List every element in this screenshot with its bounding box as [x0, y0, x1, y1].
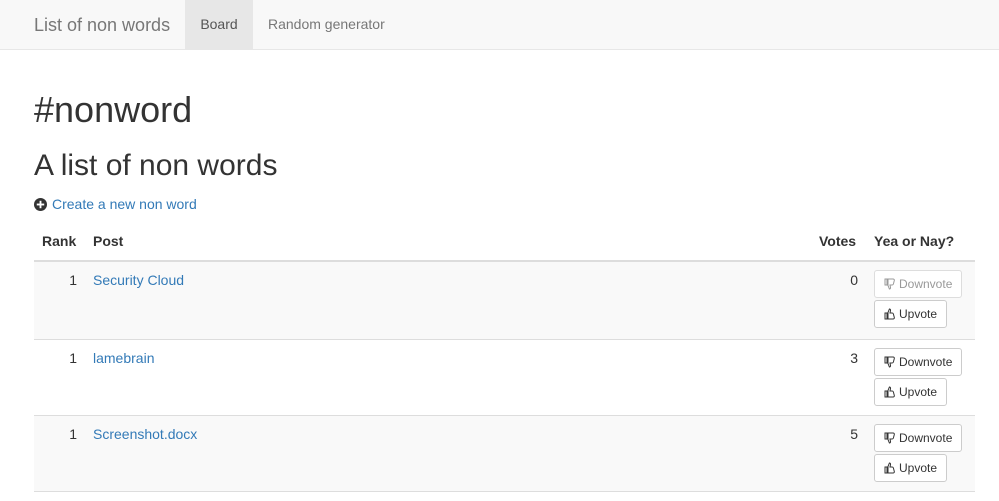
row-post-link[interactable]: Screenshot.docx: [93, 426, 197, 443]
upvote-button[interactable]: Upvote: [874, 378, 948, 406]
thumbs-up-icon: [884, 308, 895, 320]
page-title: #nonword: [34, 89, 193, 130]
tab-board[interactable]: Board: [185, 0, 253, 49]
plus-circle-icon: [34, 197, 47, 211]
upvote-label[interactable]: Upvote: [899, 301, 937, 327]
header-rank: Rank: [42, 233, 77, 249]
row-votes: 3: [850, 350, 858, 366]
header-yea-or-nay: Yea or Nay?: [874, 233, 955, 249]
downvote-button[interactable]: Downvote: [874, 348, 963, 376]
thumbs-up-icon: [884, 386, 895, 398]
page-subtitle: A list of non words: [34, 149, 278, 182]
thumbs-down-icon: [884, 356, 895, 368]
table-row: 1 Screenshot.docx 5 Downvote Upvote: [34, 416, 975, 492]
row-votes: 5: [850, 426, 858, 442]
tab-random-generator[interactable]: Random generator: [253, 0, 400, 49]
table-row: 1 lamebrain 3 Downvote Upvote: [34, 340, 975, 416]
brand-link[interactable]: List of non words: [34, 14, 170, 36]
downvote-button[interactable]: Downvote: [874, 270, 963, 298]
upvote-button[interactable]: Upvote: [874, 454, 948, 482]
downvote-label[interactable]: Downvote: [899, 271, 952, 297]
nonwords-table: Rank Post Votes Yea or Nay? 1 Security C…: [34, 224, 975, 492]
thumbs-down-icon: [884, 432, 895, 444]
header-votes: Votes: [819, 233, 857, 249]
row-rank: 1: [69, 350, 77, 366]
row-votes: 0: [850, 272, 858, 288]
row-post-link[interactable]: Security Cloud: [93, 272, 184, 289]
table-header: Rank Post Votes Yea or Nay?: [34, 224, 975, 262]
thumbs-up-icon: [884, 462, 895, 474]
thumbs-down-icon: [884, 278, 895, 290]
downvote-button[interactable]: Downvote: [874, 424, 963, 452]
create-link-label[interactable]: Create a new non word: [52, 195, 197, 213]
table-row: 1 Security Cloud 0 Downvote Upvote: [34, 262, 975, 340]
row-post-link[interactable]: lamebrain: [93, 350, 154, 367]
upvote-label[interactable]: Upvote: [899, 455, 937, 481]
create-non-word-link[interactable]: Create a new non word: [34, 195, 197, 213]
header-post: Post: [93, 233, 124, 249]
row-rank: 1: [69, 272, 77, 288]
row-rank: 1: [69, 426, 77, 442]
downvote-label[interactable]: Downvote: [899, 349, 952, 375]
upvote-label[interactable]: Upvote: [899, 379, 937, 405]
navbar: List of non words Board Random generator: [0, 0, 999, 50]
downvote-label[interactable]: Downvote: [899, 425, 952, 451]
upvote-button[interactable]: Upvote: [874, 300, 948, 328]
